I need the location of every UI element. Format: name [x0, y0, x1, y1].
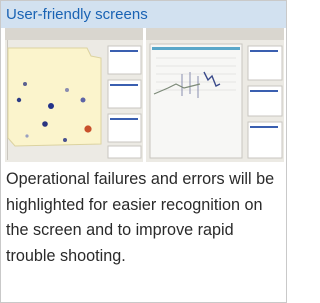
- error-marker: [84, 125, 92, 133]
- card-title: User-friendly screens: [6, 6, 148, 23]
- feature-card: User-friendly screens Operational failur…: [0, 0, 287, 303]
- line-graph-image: [146, 28, 284, 162]
- layout-view-screenshot: [5, 28, 143, 162]
- card-header: User-friendly screens: [1, 1, 286, 28]
- feature-description: Operational failures and errors will be …: [6, 170, 275, 265]
- line-graph-screenshot: [146, 28, 284, 162]
- layout-view-image: [5, 28, 143, 162]
